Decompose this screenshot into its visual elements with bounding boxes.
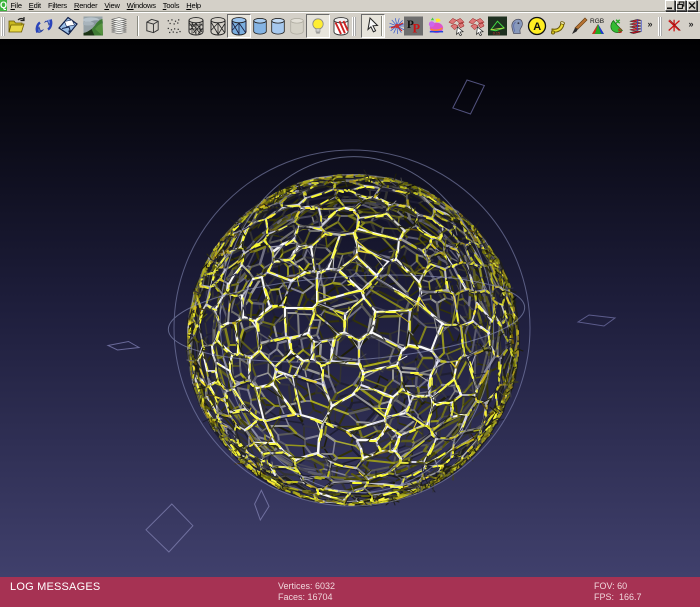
svg-text:0.15: 0.15 (493, 32, 500, 36)
svg-text:S: S (618, 28, 622, 35)
svg-text:A: A (533, 21, 541, 33)
svg-text:P: P (413, 22, 421, 36)
svg-text:RGB: RGB (590, 18, 604, 25)
